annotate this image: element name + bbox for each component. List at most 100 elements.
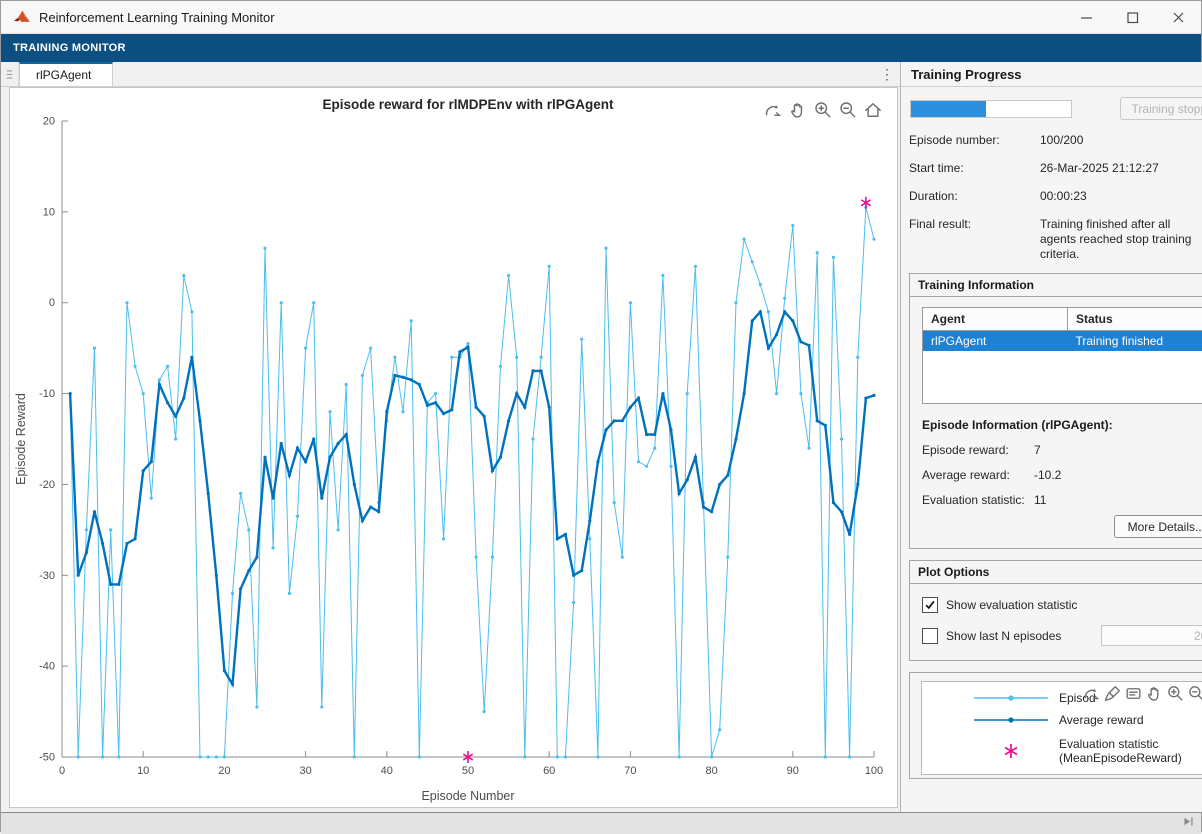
home-icon[interactable] — [863, 100, 883, 120]
svg-text:20: 20 — [218, 765, 230, 777]
show-evaluation-statistic-row: Show evaluation statistic — [922, 597, 1202, 613]
episode-information-title: Episode Information (rlPGAgent): — [922, 418, 1202, 432]
legend-item-average-reward[interactable]: Average reward — [922, 709, 1202, 731]
table-header-row: Agent Status — [923, 308, 1202, 331]
field-label: Duration: — [909, 189, 1040, 204]
tab-label: rlPGAgent — [36, 68, 91, 82]
final-result-row: Final result: Training finished after al… — [909, 217, 1202, 262]
average-reward-swatch — [972, 714, 1050, 726]
minimize-button[interactable] — [1063, 1, 1109, 33]
field-value: 11 — [1034, 493, 1046, 507]
episode-reward-swatch — [972, 692, 1050, 704]
svg-text:40: 40 — [381, 765, 393, 777]
show-evaluation-statistic-checkbox[interactable] — [922, 597, 938, 613]
average-reward-row: Average reward: -10.2 — [922, 468, 1202, 482]
checkbox-label: Show last N episodes — [946, 629, 1061, 643]
zoom-out-icon[interactable] — [838, 100, 858, 120]
field-value: -10.2 — [1034, 468, 1061, 482]
training-information-panel: Training Information Agent Status rlPGAg… — [909, 273, 1202, 549]
svg-text:0: 0 — [59, 765, 65, 777]
field-label: Evaluation statistic: — [922, 493, 1034, 507]
agent-cell[interactable]: rlPGAgent — [923, 331, 1068, 352]
start-time-row: Start time: 26-Mar-2025 21:12:27 — [909, 161, 1202, 176]
field-label: Average reward: — [922, 468, 1034, 482]
table-row[interactable]: rlPGAgent Training finished — [923, 331, 1202, 352]
more-details-button[interactable]: More Details... — [1114, 515, 1202, 538]
axes-toolbar — [763, 100, 883, 120]
column-header-agent[interactable]: Agent — [923, 308, 1068, 331]
svg-text:-30: -30 — [39, 570, 55, 582]
app-window: Reinforcement Learning Training Monitor … — [0, 0, 1202, 832]
svg-text:80: 80 — [705, 765, 717, 777]
field-label: Start time: — [909, 161, 1040, 176]
datatip-icon[interactable] — [1124, 684, 1143, 703]
maximize-button[interactable] — [1109, 1, 1155, 33]
show-last-n-episodes-checkbox[interactable] — [922, 628, 938, 644]
show-last-n-episodes-row: Show last N episodes — [922, 625, 1202, 646]
zoom-out-icon[interactable] — [1187, 684, 1202, 703]
panel-header: Training Progress ⋮ — [901, 62, 1202, 87]
training-stopped-button[interactable]: Training stopped — [1120, 97, 1202, 120]
field-label: Episode reward: — [922, 443, 1034, 457]
svg-text:50: 50 — [462, 765, 474, 777]
title-bar: Reinforcement Learning Training Monitor — [1, 1, 1201, 34]
window-controls — [1063, 1, 1201, 33]
close-button[interactable] — [1155, 1, 1201, 33]
group-title: Plot Options — [910, 561, 1202, 584]
zoom-in-icon[interactable] — [813, 100, 833, 120]
last-n-episodes-input[interactable] — [1101, 625, 1202, 646]
svg-text:Episode Reward: Episode Reward — [14, 393, 28, 485]
field-label: Episode number: — [909, 133, 1040, 148]
tab-rlpgagent[interactable]: rlPGAgent — [19, 62, 113, 86]
svg-text:100: 100 — [865, 765, 883, 777]
svg-text:0: 0 — [49, 297, 55, 309]
pan-icon[interactable] — [1145, 684, 1164, 703]
episode-reward-chart[interactable]: 010203040506070809010020100-10-20-30-40-… — [10, 88, 895, 805]
matlab-logo-icon — [13, 8, 31, 26]
svg-text:-50: -50 — [39, 752, 55, 764]
field-label: Final result: — [909, 217, 1040, 262]
export-icon[interactable] — [763, 100, 783, 120]
brush-icon[interactable] — [1103, 684, 1122, 703]
expand-panel-icon[interactable] — [1182, 815, 1195, 833]
training-plot-figure: 010203040506070809010020100-10-20-30-40-… — [9, 87, 898, 808]
zoom-in-icon[interactable] — [1166, 684, 1185, 703]
figure-gutter: 010203040506070809010020100-10-20-30-40-… — [1, 87, 900, 812]
tab-overflow-menu-icon[interactable]: ⋮ — [874, 62, 900, 86]
column-header-status[interactable]: Status — [1068, 308, 1202, 331]
table-empty-area — [923, 351, 1202, 404]
window-title: Reinforcement Learning Training Monitor — [39, 10, 275, 25]
field-value: 26-Mar-2025 21:12:27 — [1040, 161, 1192, 176]
legend-label: Evaluation statistic (MeanEpisodeReward) — [1059, 737, 1202, 765]
drag-handle-icon[interactable] — [1, 62, 19, 86]
legend-hover-toolbar — [1082, 684, 1202, 703]
ribbon-tab-training-monitor[interactable]: TRAINING MONITOR — [1, 42, 138, 54]
svg-text:60: 60 — [543, 765, 555, 777]
training-progress-bar — [910, 100, 1072, 118]
toolstrip: TRAINING MONITOR — [1, 34, 1201, 62]
duration-row: Duration: 00:00:23 — [909, 189, 1202, 204]
svg-text:90: 90 — [787, 765, 799, 777]
svg-text:Episode Number: Episode Number — [421, 789, 514, 803]
field-value: Training finished after all agents reach… — [1040, 217, 1192, 262]
status-bar — [1, 812, 1201, 834]
svg-text:-10: -10 — [39, 388, 55, 400]
svg-text:70: 70 — [624, 765, 636, 777]
document-tab-strip: rlPGAgent ⋮ — [1, 62, 900, 87]
evaluation-statistic-row: Evaluation statistic: 11 — [922, 493, 1202, 507]
status-cell[interactable]: Training finished — [1068, 331, 1202, 352]
evaluation-statistic-swatch — [972, 742, 1050, 760]
group-title: Training Information — [910, 274, 1202, 297]
legend-panel: Episode reward Average reward Evaluation… — [909, 672, 1202, 779]
field-value: 00:00:23 — [1040, 189, 1192, 204]
legend-item-evaluation-statistic[interactable]: Evaluation statistic (MeanEpisodeReward) — [922, 731, 1202, 771]
svg-text:-20: -20 — [39, 479, 55, 491]
field-value: 7 — [1034, 443, 1041, 457]
svg-text:20: 20 — [43, 116, 55, 128]
export-icon[interactable] — [1082, 684, 1101, 703]
agents-table[interactable]: Agent Status rlPGAgent Training finished — [922, 307, 1202, 404]
svg-text:-40: -40 — [39, 661, 55, 673]
svg-text:10: 10 — [137, 765, 149, 777]
episode-number-row: Episode number: 100/200 — [909, 133, 1202, 148]
pan-icon[interactable] — [788, 100, 808, 120]
